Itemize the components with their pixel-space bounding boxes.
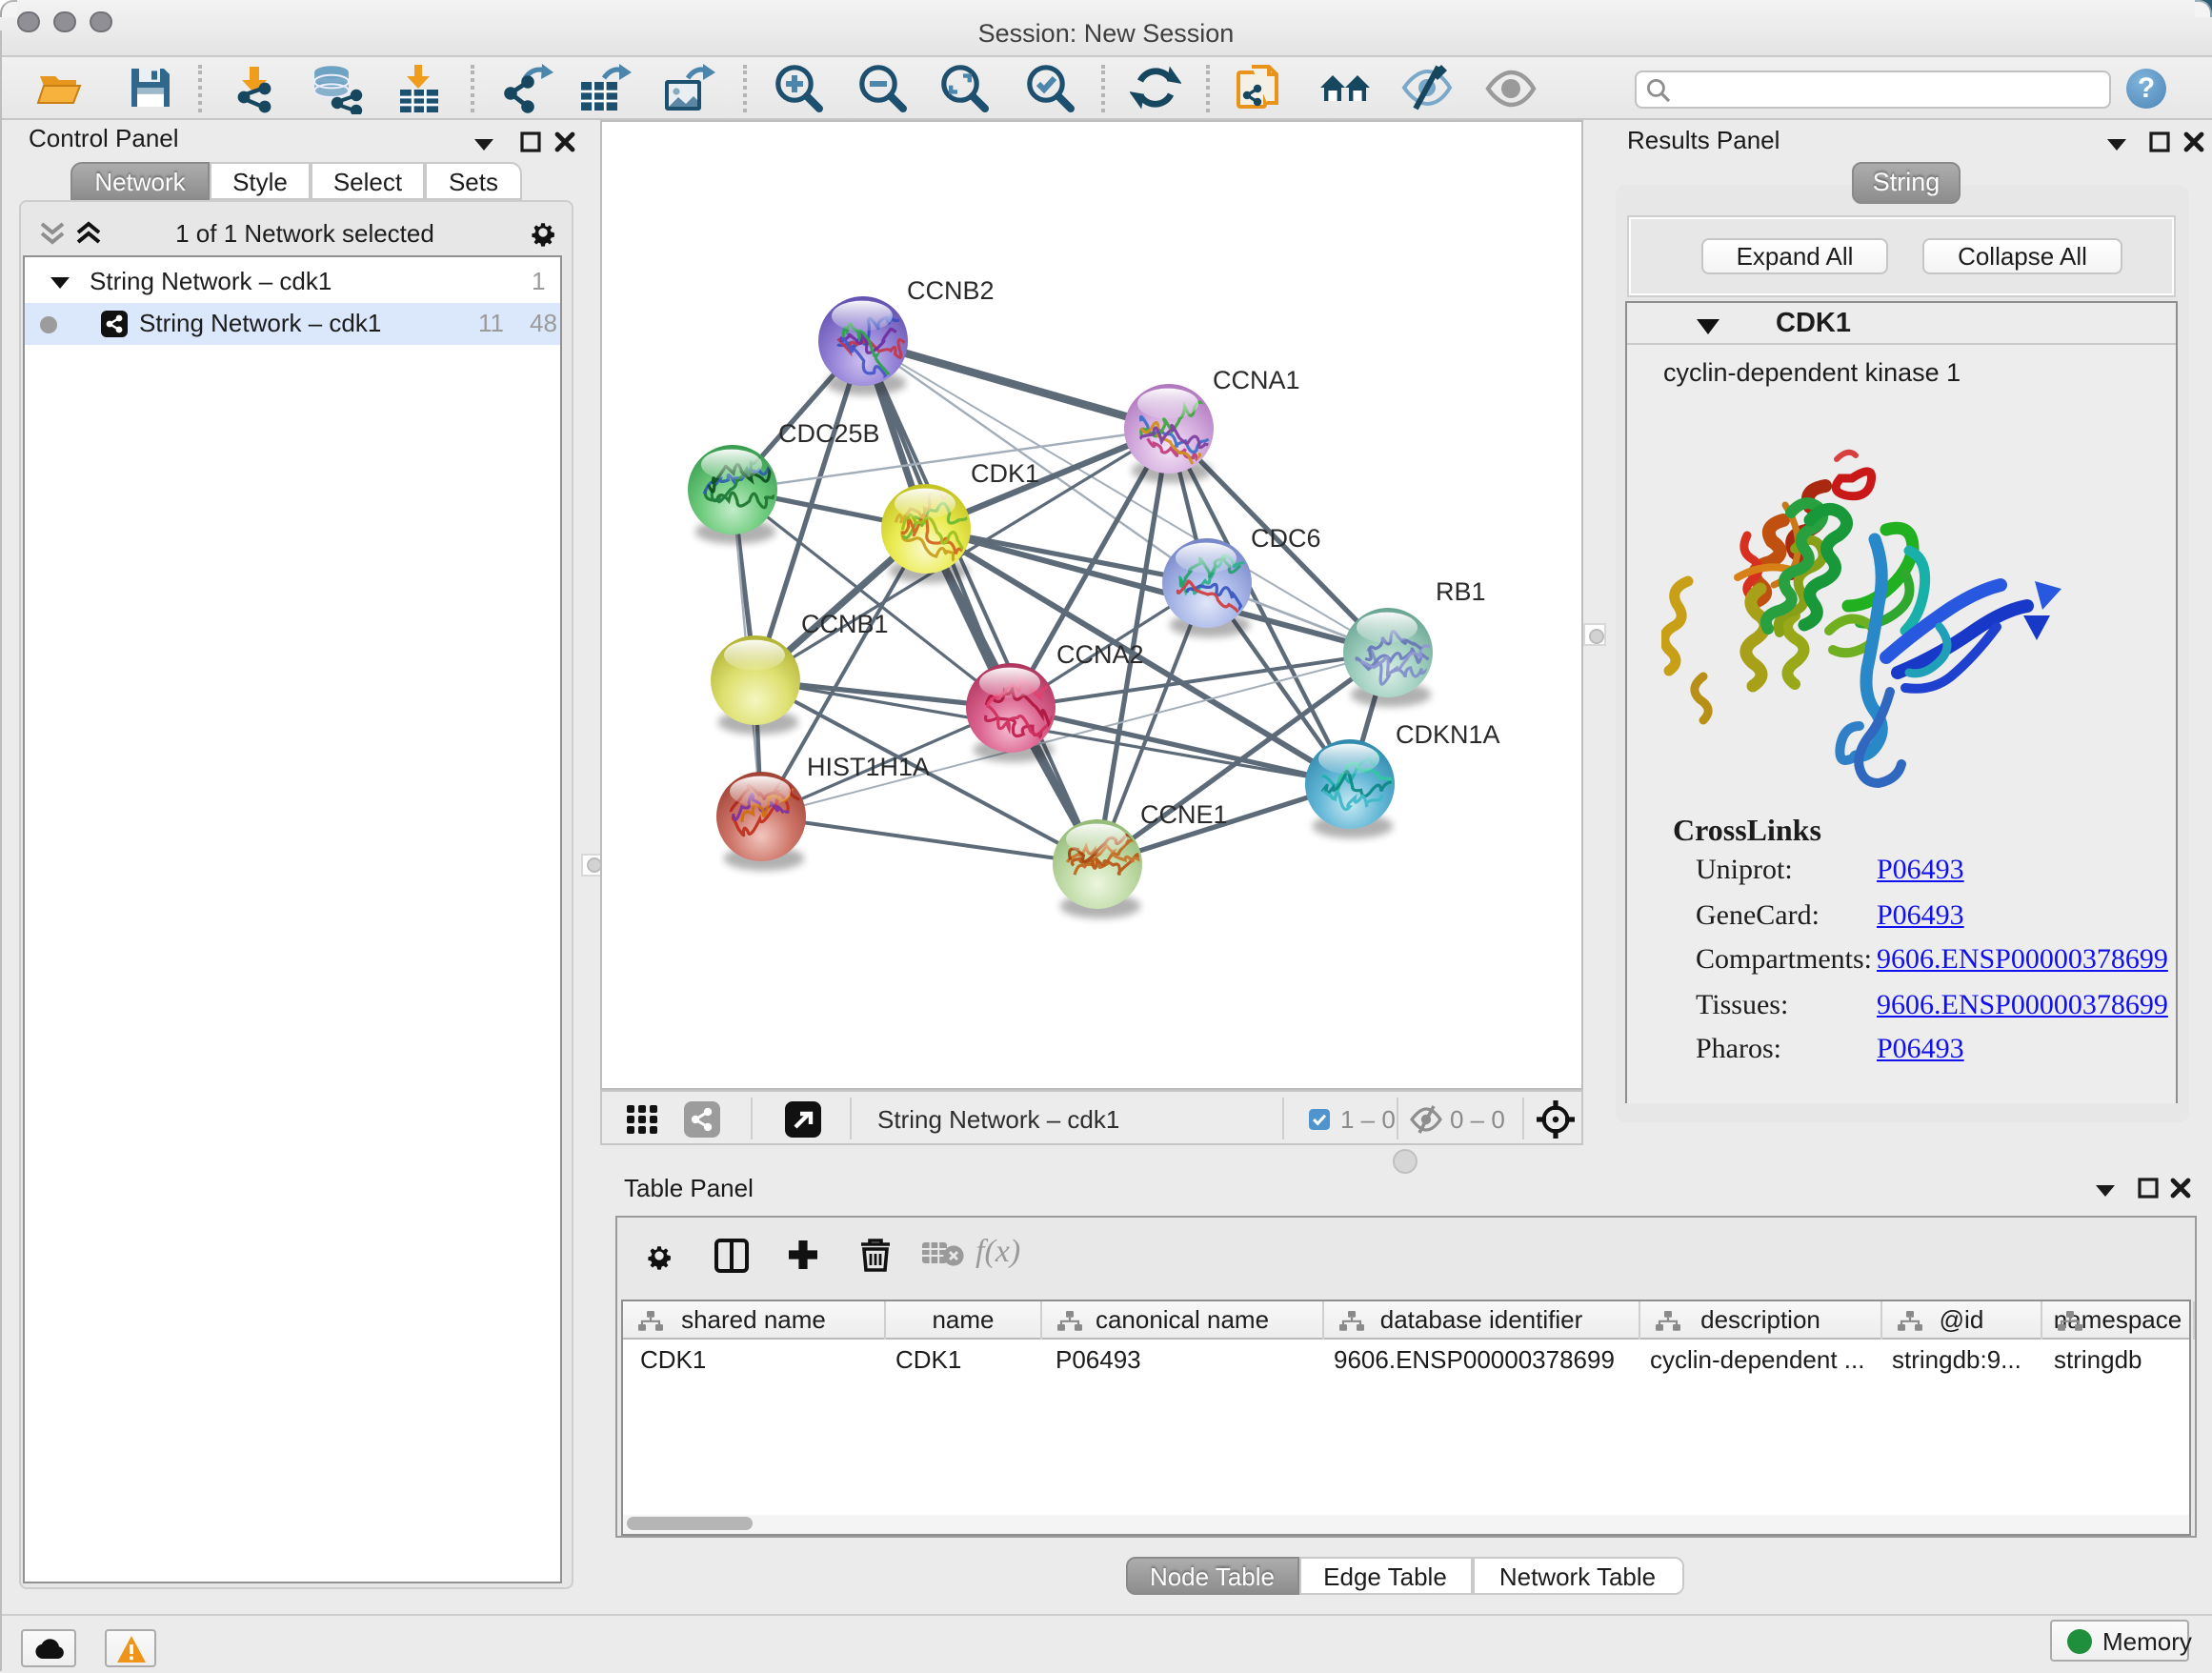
svg-text:CCNB2: CCNB2 [906,276,994,305]
svg-text:CDC25B: CDC25B [777,419,879,448]
svg-text:CDK1: CDK1 [970,459,1038,488]
svg-text:CDC6: CDC6 [1250,524,1320,553]
svg-text:CCNE1: CCNE1 [1139,800,1227,829]
svg-text:CDKN1A: CDKN1A [1395,720,1499,749]
svg-text:HIST1H1A: HIST1H1A [806,753,929,781]
svg-text:CCNB1: CCNB1 [800,610,888,638]
svg-text:RB1: RB1 [1435,577,1485,606]
svg-text:CCNA1: CCNA1 [1212,366,1299,394]
svg-text:CCNA2: CCNA2 [1056,640,1143,669]
